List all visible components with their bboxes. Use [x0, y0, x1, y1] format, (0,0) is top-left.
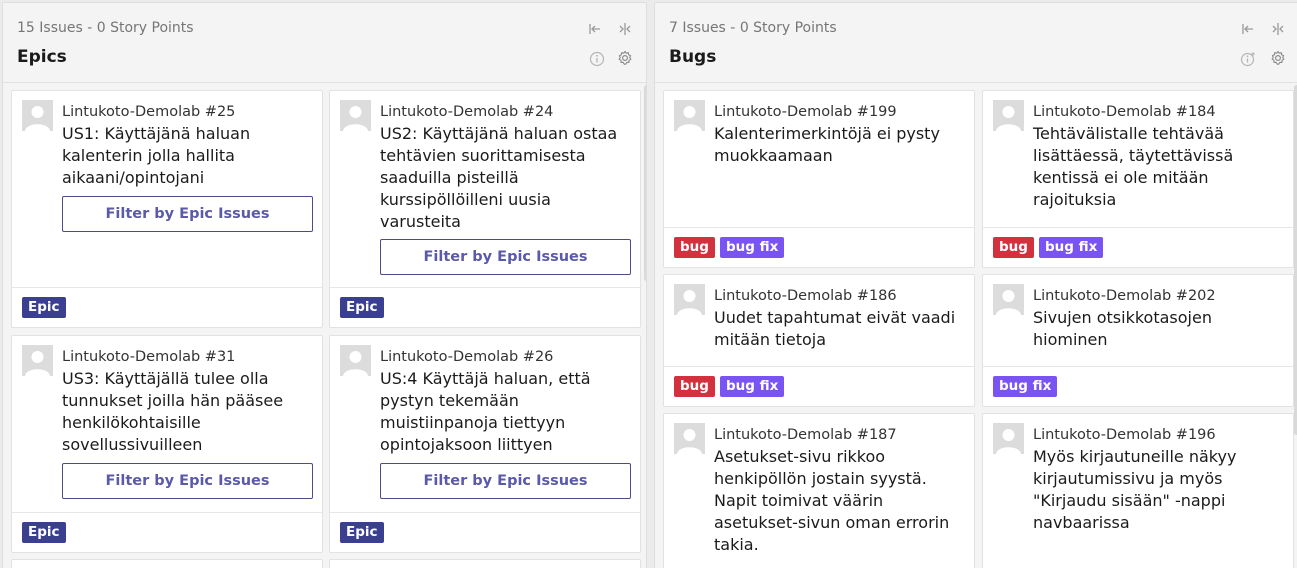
user-avatar-icon	[22, 345, 53, 376]
issue-count: 7 Issues	[669, 20, 726, 36]
issue-title[interactable]: US1: Käyttäjänä haluan kalenterin jolla …	[62, 123, 312, 189]
add-info-icon[interactable]	[1239, 50, 1257, 68]
issue-count: 15 Issues	[17, 20, 83, 36]
bug-tag[interactable]: bug	[674, 237, 715, 258]
column-epics: 15 Issues - 0 Story Points Epics Lintuko…	[2, 2, 647, 568]
column-title: Bugs	[669, 47, 717, 67]
collapse-left-icon[interactable]	[1239, 20, 1257, 38]
epic-card[interactable]: Lintukoto-Demolab #26 US:4 Käyttäjä halu…	[329, 335, 641, 553]
collapse-left-icon[interactable]	[586, 20, 604, 38]
column-issue-count: 7 Issues - 0 Story Points	[669, 20, 837, 36]
issue-title[interactable]: Asetukset-sivu rikkoo henkipöllön jostai…	[714, 446, 964, 556]
settings-gear-icon[interactable]	[1269, 49, 1287, 67]
issue-key[interactable]: Lintukoto-Demolab #26	[380, 346, 630, 368]
user-avatar-icon	[340, 100, 371, 131]
collapse-column-icon[interactable]	[616, 20, 634, 38]
bug-fix-tag[interactable]: bug fix	[1038, 237, 1104, 258]
filter-by-epic-issues-button[interactable]: Filter by Epic Issues	[380, 239, 631, 275]
epic-tag[interactable]: Epic	[22, 297, 66, 318]
bug-tag[interactable]: bug	[674, 376, 715, 397]
card-footer: Epic	[12, 512, 322, 552]
card-footer: Epic	[330, 287, 640, 327]
user-avatar-icon	[340, 345, 371, 376]
issue-key[interactable]: Lintukoto-Demolab #196	[1033, 424, 1283, 446]
issue-title[interactable]: US:4 Käyttäjä haluan, että pystyn tekemä…	[380, 368, 630, 456]
user-avatar-icon	[674, 100, 705, 131]
info-icon[interactable]	[588, 50, 606, 68]
bug-card[interactable]: Lintukoto-Demolab #186 Uudet tapahtumat …	[663, 274, 975, 407]
card-footer: bug bug fix	[664, 227, 974, 267]
bug-card[interactable]: Lintukoto-Demolab #184 Tehtävälistalle t…	[982, 90, 1294, 268]
card-footer: bug fix	[983, 366, 1293, 406]
epic-card[interactable]: Lintukoto-Demolab #24 US2: Käyttäjänä ha…	[329, 90, 641, 328]
card-footer: Epic	[330, 512, 640, 552]
bug-fix-tag[interactable]: bug fix	[719, 237, 785, 258]
user-avatar-icon	[674, 284, 705, 315]
issue-key[interactable]: Lintukoto-Demolab #202	[1033, 285, 1283, 307]
count-separator: -	[725, 20, 740, 36]
settings-gear-icon[interactable]	[616, 49, 634, 67]
card-footer: bug bug fix	[983, 227, 1293, 267]
issue-key[interactable]: Lintukoto-Demolab #186	[714, 285, 964, 307]
issue-title[interactable]: Sivujen otsikkotasojen hiominen	[1033, 307, 1283, 351]
issue-key[interactable]: Lintukoto-Demolab #199	[714, 101, 964, 123]
column-header: 7 Issues - 0 Story Points Bugs	[655, 3, 1297, 83]
filter-by-epic-issues-button[interactable]: Filter by Epic Issues	[62, 463, 313, 499]
epic-tag[interactable]: Epic	[340, 297, 384, 318]
count-separator: -	[82, 20, 97, 36]
bug-card[interactable]: Lintukoto-Demolab #196 Myös kirjautuneil…	[982, 413, 1294, 568]
filter-by-epic-issues-button[interactable]: Filter by Epic Issues	[62, 196, 313, 232]
column-bugs: 7 Issues - 0 Story Points Bugs Lintukoto…	[654, 2, 1297, 568]
issue-key[interactable]: Lintukoto-Demolab #187	[714, 424, 964, 446]
epic-card[interactable]: Lintukoto-Demolab #31 US3: Käyttäjällä t…	[11, 335, 323, 553]
issue-title[interactable]: Kalenterimerkintöjä ei pysty muokkaamaan	[714, 123, 964, 167]
issue-key[interactable]: Lintukoto-Demolab #25	[62, 101, 312, 123]
card-footer: Epic	[12, 287, 322, 327]
issue-key[interactable]: Lintukoto-Demolab #31	[62, 346, 312, 368]
user-avatar-icon	[993, 284, 1024, 315]
bug-fix-tag[interactable]: bug fix	[719, 376, 785, 397]
collapse-column-icon[interactable]	[1269, 20, 1287, 38]
epic-card[interactable]	[329, 559, 641, 568]
story-points: 0 Story Points	[96, 20, 194, 36]
user-avatar-icon	[22, 100, 53, 131]
column-title: Epics	[17, 47, 67, 67]
user-avatar-icon	[993, 423, 1024, 454]
issue-title[interactable]: US2: Käyttäjänä haluan ostaa tehtävien s…	[380, 123, 630, 233]
bug-tag[interactable]: bug	[993, 237, 1034, 258]
bug-card[interactable]: Lintukoto-Demolab #187 Asetukset-sivu ri…	[663, 413, 975, 568]
epic-tag[interactable]: Epic	[340, 522, 384, 543]
epic-card[interactable]	[11, 559, 323, 568]
user-avatar-icon	[674, 423, 705, 454]
bug-fix-tag[interactable]: bug fix	[993, 376, 1058, 397]
issue-key[interactable]: Lintukoto-Demolab #184	[1033, 101, 1283, 123]
story-points: 0 Story Points	[739, 20, 837, 36]
user-avatar-icon	[993, 100, 1024, 131]
column-issue-count: 15 Issues - 0 Story Points	[17, 20, 194, 36]
issue-title[interactable]: Uudet tapahtumat eivät vaadi mitään tiet…	[714, 307, 964, 351]
column-header: 15 Issues - 0 Story Points Epics	[3, 3, 646, 83]
issue-title[interactable]: Tehtävälistalle tehtävää lisättäessä, tä…	[1033, 123, 1283, 211]
column-scrollbar[interactable]	[644, 85, 646, 281]
filter-by-epic-issues-button[interactable]: Filter by Epic Issues	[380, 463, 631, 499]
card-footer: bug bug fix	[664, 366, 974, 406]
issue-key[interactable]: Lintukoto-Demolab #24	[380, 101, 630, 123]
bug-card[interactable]: Lintukoto-Demolab #202 Sivujen otsikkota…	[982, 274, 1294, 407]
issue-title[interactable]: US3: Käyttäjällä tulee olla tunnukset jo…	[62, 368, 312, 456]
issue-title[interactable]: Myös kirjautuneille näkyy kirjautumissiv…	[1033, 446, 1283, 534]
epic-tag[interactable]: Epic	[22, 522, 66, 543]
epic-card[interactable]: Lintukoto-Demolab #25 US1: Käyttäjänä ha…	[11, 90, 323, 328]
bug-card[interactable]: Lintukoto-Demolab #199 Kalenterimerkintö…	[663, 90, 975, 268]
